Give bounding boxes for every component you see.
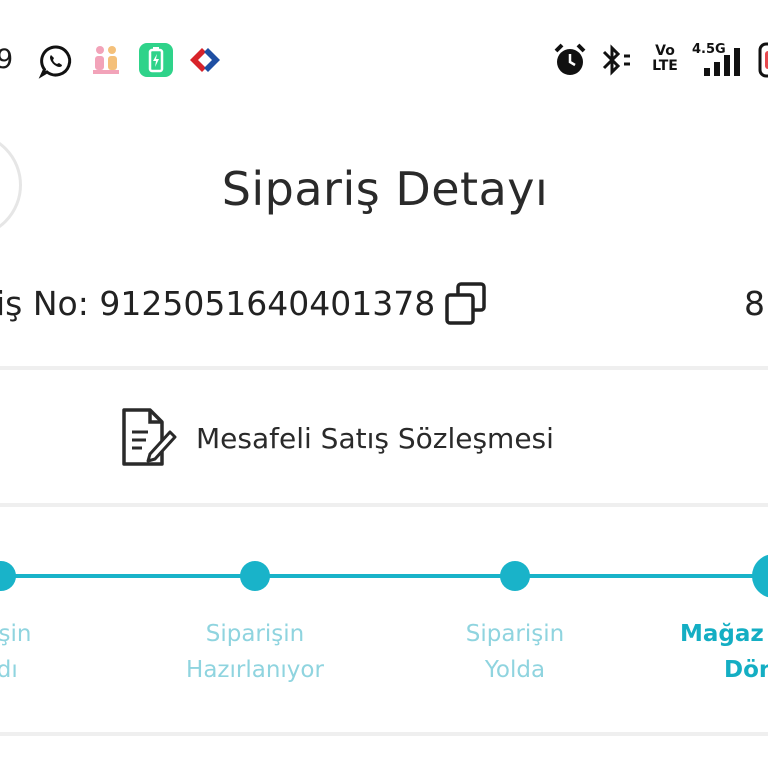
- step-label-3: Siparişin Yolda: [415, 616, 615, 688]
- order-detail-screen: 9 Vo LTE 4.5G Sipariş Detayı iş No: 9125…: [0, 0, 768, 768]
- family-app-icon: [93, 46, 119, 74]
- whatsapp-icon: [38, 45, 72, 79]
- screen-record-icon: [758, 42, 768, 78]
- step-3-line2: Yolda: [484, 657, 546, 683]
- divider: [0, 732, 768, 736]
- step-dot-2: [240, 561, 270, 591]
- carrefour-icon: [190, 48, 220, 72]
- copy-icon[interactable]: [442, 280, 490, 328]
- step-1-line1: arişin: [0, 621, 32, 647]
- contract-label: Mesafeli Satış Sözleşmesi: [196, 421, 554, 455]
- page-title: Sipariş Detayı: [221, 162, 549, 216]
- volte-top-text: Vo: [655, 43, 675, 59]
- status-time: 9: [0, 44, 14, 75]
- step-3-line1: Siparişin: [465, 621, 565, 647]
- volte-icon: Vo LTE: [650, 44, 680, 74]
- step-label-1: arişin ndı: [0, 616, 100, 688]
- document-edit-icon: [122, 408, 177, 466]
- signal-4-5g-icon: 4.5G: [690, 40, 748, 76]
- step-dot-3: [500, 561, 530, 591]
- step-1-line2: ndı: [0, 657, 18, 683]
- divider: [0, 503, 768, 507]
- step-dot-1: [0, 561, 16, 591]
- progress-track-line: [0, 574, 768, 578]
- step-dot-4-active: [752, 554, 768, 598]
- step-2-line1: Siparişin: [205, 621, 305, 647]
- volte-bottom-text: LTE: [652, 58, 678, 74]
- status-bar: 9 Vo LTE 4.5G: [0, 0, 768, 120]
- alarm-icon: [554, 43, 586, 75]
- distance-sales-contract-link[interactable]: Mesafeli Satış Sözleşmesi: [118, 404, 554, 472]
- order-number-text: iş No: 9125051640401378: [0, 284, 436, 323]
- battery-saver-icon: [139, 43, 173, 77]
- step-4-line1: Mağaz: [680, 621, 764, 647]
- step-label-2: Siparişin Hazırlanıyor: [155, 616, 355, 688]
- step-4-line2: Dön: [724, 657, 768, 683]
- step-2-line2: Hazırlanıyor: [186, 657, 324, 683]
- divider: [0, 366, 768, 370]
- signal-bars-icon: [704, 48, 740, 76]
- order-date-text: 8: [744, 284, 765, 323]
- bluetooth-icon: [602, 44, 630, 76]
- step-label-4-active: Mağaz Dön: [680, 616, 768, 688]
